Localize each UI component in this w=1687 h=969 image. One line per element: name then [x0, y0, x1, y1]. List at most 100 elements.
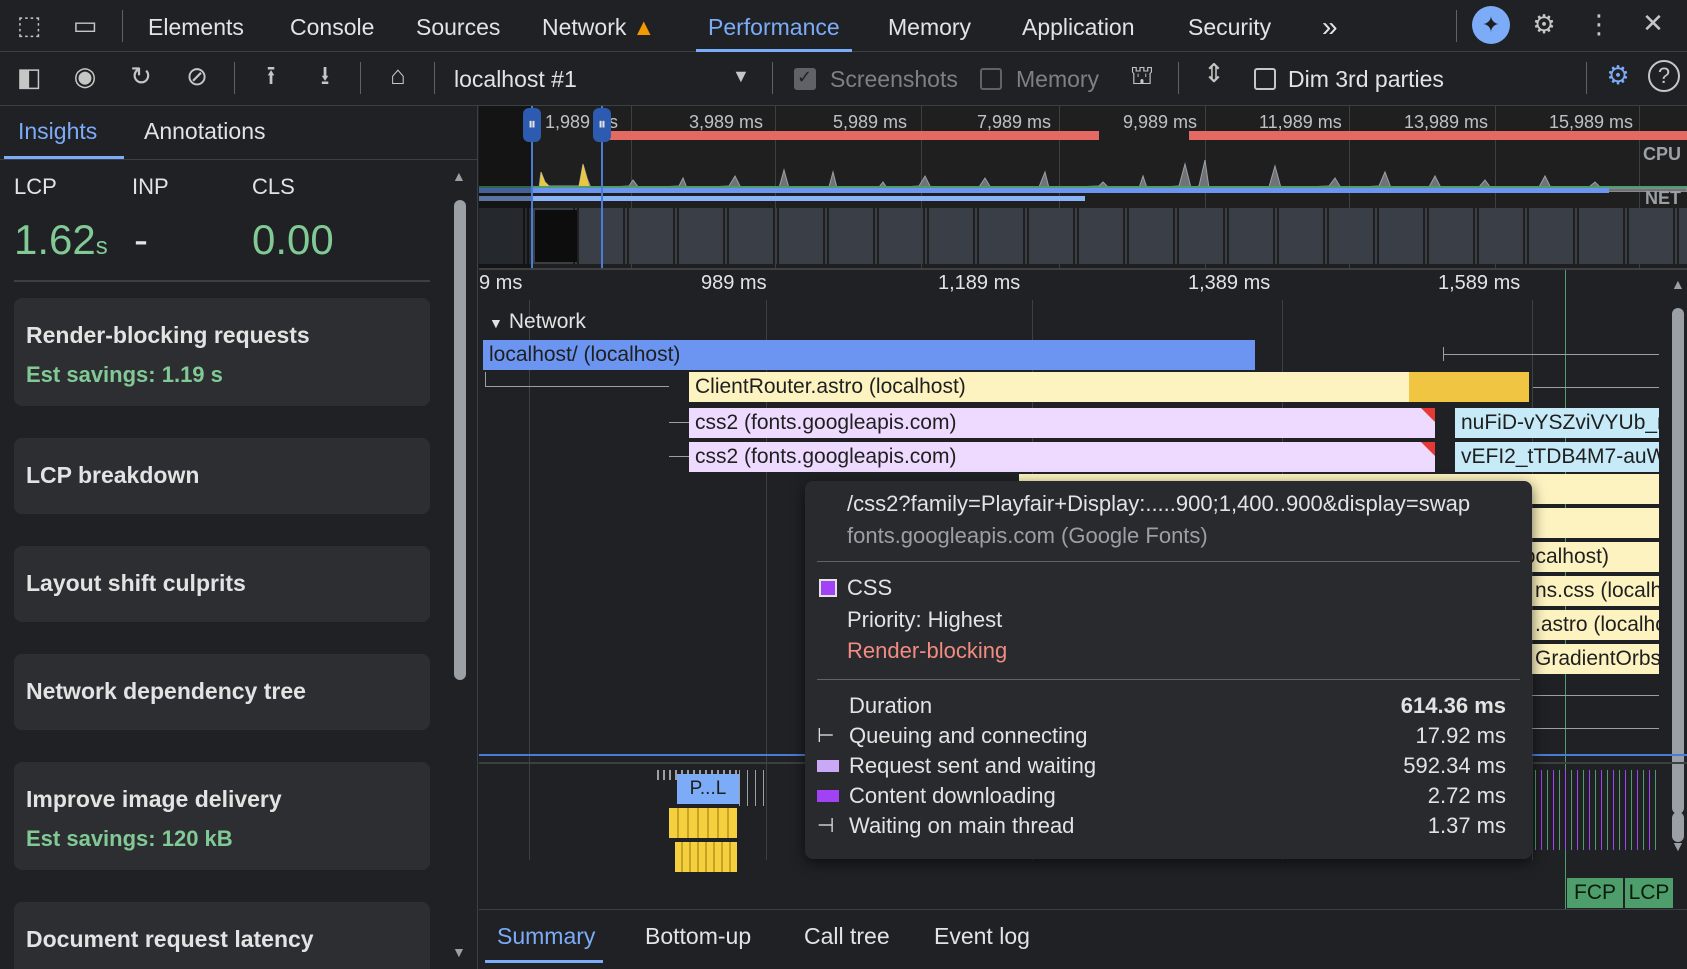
net-bar	[479, 188, 1609, 193]
flamechart-scrollbar[interactable]: ▲ ▼	[1669, 276, 1687, 856]
capture-settings-icon[interactable]: ⚙	[1602, 62, 1634, 88]
tab-console[interactable]: Console	[290, 0, 374, 52]
more-tabs-button[interactable]: »	[1322, 0, 1338, 52]
tab-event-log[interactable]: Event log	[934, 910, 1030, 962]
lcp-unit: s	[95, 233, 108, 260]
selection-handle-right[interactable]: ⏸	[593, 108, 611, 142]
insights-sidebar: Insights Annotations LCP INP CLS 1.62s -…	[0, 106, 478, 969]
request-whisker	[485, 386, 669, 387]
tooltip-type: CSS	[847, 575, 893, 600]
insight-card-image-delivery[interactable]: Improve image delivery Est savings: 120 …	[14, 762, 430, 870]
ruler-tick: 9 ms	[479, 272, 523, 294]
screenshots-label: Screenshots	[830, 66, 958, 92]
scroll-thumb[interactable]	[454, 200, 466, 680]
network-request-script[interactable]: GradientOrbs	[1529, 644, 1659, 674]
request-whisker	[1533, 387, 1659, 388]
chevron-down-icon: ▼	[732, 66, 750, 86]
network-request-css[interactable]: css2 (fonts.googleapis.com)	[689, 408, 1435, 438]
scroll-thumb[interactable]	[1672, 812, 1684, 842]
net-track-label: NET	[1645, 188, 1681, 208]
selection-handle-left[interactable]: ⏸	[523, 108, 541, 142]
memory-checkbox[interactable]	[980, 68, 1002, 90]
flame-event-script[interactable]	[675, 842, 737, 872]
main-thread-whisker-icon: ⊣	[817, 815, 835, 837]
tab-annotations[interactable]: Annotations	[144, 118, 265, 145]
network-request-script[interactable]: .astro (localho	[1529, 610, 1659, 640]
network-request-document[interactable]: localhost/ (localhost)	[483, 340, 1255, 370]
network-request-css[interactable]: css2 (fonts.googleapis.com)	[689, 442, 1435, 472]
toggle-sidebar-icon[interactable]: ◧	[14, 64, 44, 90]
device-toolbar-icon[interactable]: ▭	[70, 12, 100, 38]
lcp-marker[interactable]: LCP	[1625, 878, 1673, 908]
insight-card-layout-shift[interactable]: Layout shift culprits	[14, 546, 430, 622]
dim-3rd-parties-label: Dim 3rd parties	[1288, 66, 1444, 92]
ruler-tick: 989 ms	[701, 272, 767, 294]
ai-assistance-icon[interactable]: ✦	[1472, 6, 1510, 44]
timeline-overview[interactable]: 1,989 s 3,989 ms 5,989 ms 7,989 ms 9,989…	[479, 106, 1687, 268]
network-request-font[interactable]: vEFI2_tTDB4M7-auW	[1455, 442, 1659, 472]
dim-3rd-parties-checkbox[interactable]	[1254, 68, 1276, 90]
insight-card-network-dependency[interactable]: Network dependency tree	[14, 654, 430, 730]
tab-memory[interactable]: Memory	[888, 0, 971, 52]
close-icon[interactable]: ✕	[1638, 10, 1668, 36]
tab-security[interactable]: Security	[1188, 0, 1271, 52]
tab-summary[interactable]: Summary	[497, 910, 595, 962]
tab-performance[interactable]: Performance	[696, 0, 852, 52]
divider	[0, 159, 477, 160]
network-request-font[interactable]: nuFiD-vYSZviVYUb_r	[1455, 408, 1659, 438]
request-label: ocalhost)	[1523, 545, 1609, 568]
tab-network[interactable]: Network ▲	[542, 0, 655, 52]
overview-tick: 13,989 ms	[1404, 112, 1489, 132]
collapse-tracks-icon[interactable]: ⇕	[1198, 60, 1230, 86]
inspect-element-icon[interactable]: ⬚	[14, 12, 44, 38]
inp-label: INP	[132, 174, 169, 199]
long-task-bar	[609, 131, 1099, 140]
screenshot-filmstrip[interactable]	[479, 208, 1687, 264]
help-icon[interactable]: ?	[1648, 60, 1680, 92]
tooltip-row-value: 1.37 ms	[1427, 813, 1506, 838]
kebab-menu-icon[interactable]: ⋮	[1584, 11, 1614, 37]
sidebar-scrollbar[interactable]: ▲ ▼	[452, 168, 468, 960]
overview-tick: 1,989	[545, 112, 591, 132]
divider	[234, 62, 235, 94]
screenshot-frame[interactable]	[535, 210, 577, 262]
target-select[interactable]: localhost #1 ▼	[454, 52, 754, 106]
screenshots-checkbox[interactable]: ✓	[794, 67, 816, 90]
ruler-tick: 1,389 ms	[1188, 272, 1271, 294]
upload-profile-icon[interactable]: ⭱	[256, 62, 286, 88]
request-label: nuFiD-vYSZviVYUb_r	[1461, 411, 1659, 434]
request-whisker	[669, 422, 689, 423]
settings-gear-icon[interactable]: ⚙	[1528, 11, 1560, 37]
tab-call-tree[interactable]: Call tree	[804, 910, 890, 962]
divider	[817, 679, 1520, 680]
divider	[1178, 62, 1179, 94]
network-track-header[interactable]: ▼ Network	[489, 310, 586, 334]
cleanup-broom-icon[interactable]: ⛫	[1126, 62, 1158, 88]
request-download-segment	[1409, 372, 1529, 402]
scroll-thumb[interactable]	[1672, 308, 1684, 814]
scroll-down-icon: ▼	[452, 944, 466, 960]
tab-elements[interactable]: Elements	[148, 0, 244, 52]
tab-application[interactable]: Application	[1022, 0, 1135, 52]
flame-event-paint-layout[interactable]: P...L	[677, 774, 739, 804]
inp-value[interactable]: -	[134, 216, 148, 264]
download-profile-icon[interactable]: ⭳	[310, 62, 340, 88]
insight-card-document-latency[interactable]: Document request latency	[14, 902, 430, 969]
reload-record-icon[interactable]: ↻	[126, 63, 156, 89]
tab-insights[interactable]: Insights	[18, 118, 97, 145]
flame-event-script[interactable]	[669, 808, 737, 838]
lcp-metric[interactable]: 1.62s	[14, 216, 108, 264]
cls-label: CLS	[252, 174, 295, 199]
fcp-marker[interactable]: FCP	[1567, 878, 1623, 908]
clear-icon[interactable]: ⊘	[182, 63, 212, 89]
insight-card-render-blocking[interactable]: Render-blocking requests Est savings: 1.…	[14, 298, 430, 406]
insight-card-lcp-breakdown[interactable]: LCP breakdown	[14, 438, 430, 514]
cls-value[interactable]: 0.00	[252, 216, 334, 264]
home-icon[interactable]: ⌂	[382, 62, 414, 88]
network-request-script[interactable]: ClientRouter.astro (localhost)	[689, 372, 1409, 402]
tab-sources[interactable]: Sources	[416, 0, 500, 52]
overview-tick: 5,989 ms	[833, 112, 908, 132]
tab-bottom-up[interactable]: Bottom-up	[645, 910, 751, 962]
network-request-script[interactable]: ns.css (localho	[1529, 576, 1659, 606]
record-icon[interactable]: ◉	[70, 63, 100, 89]
